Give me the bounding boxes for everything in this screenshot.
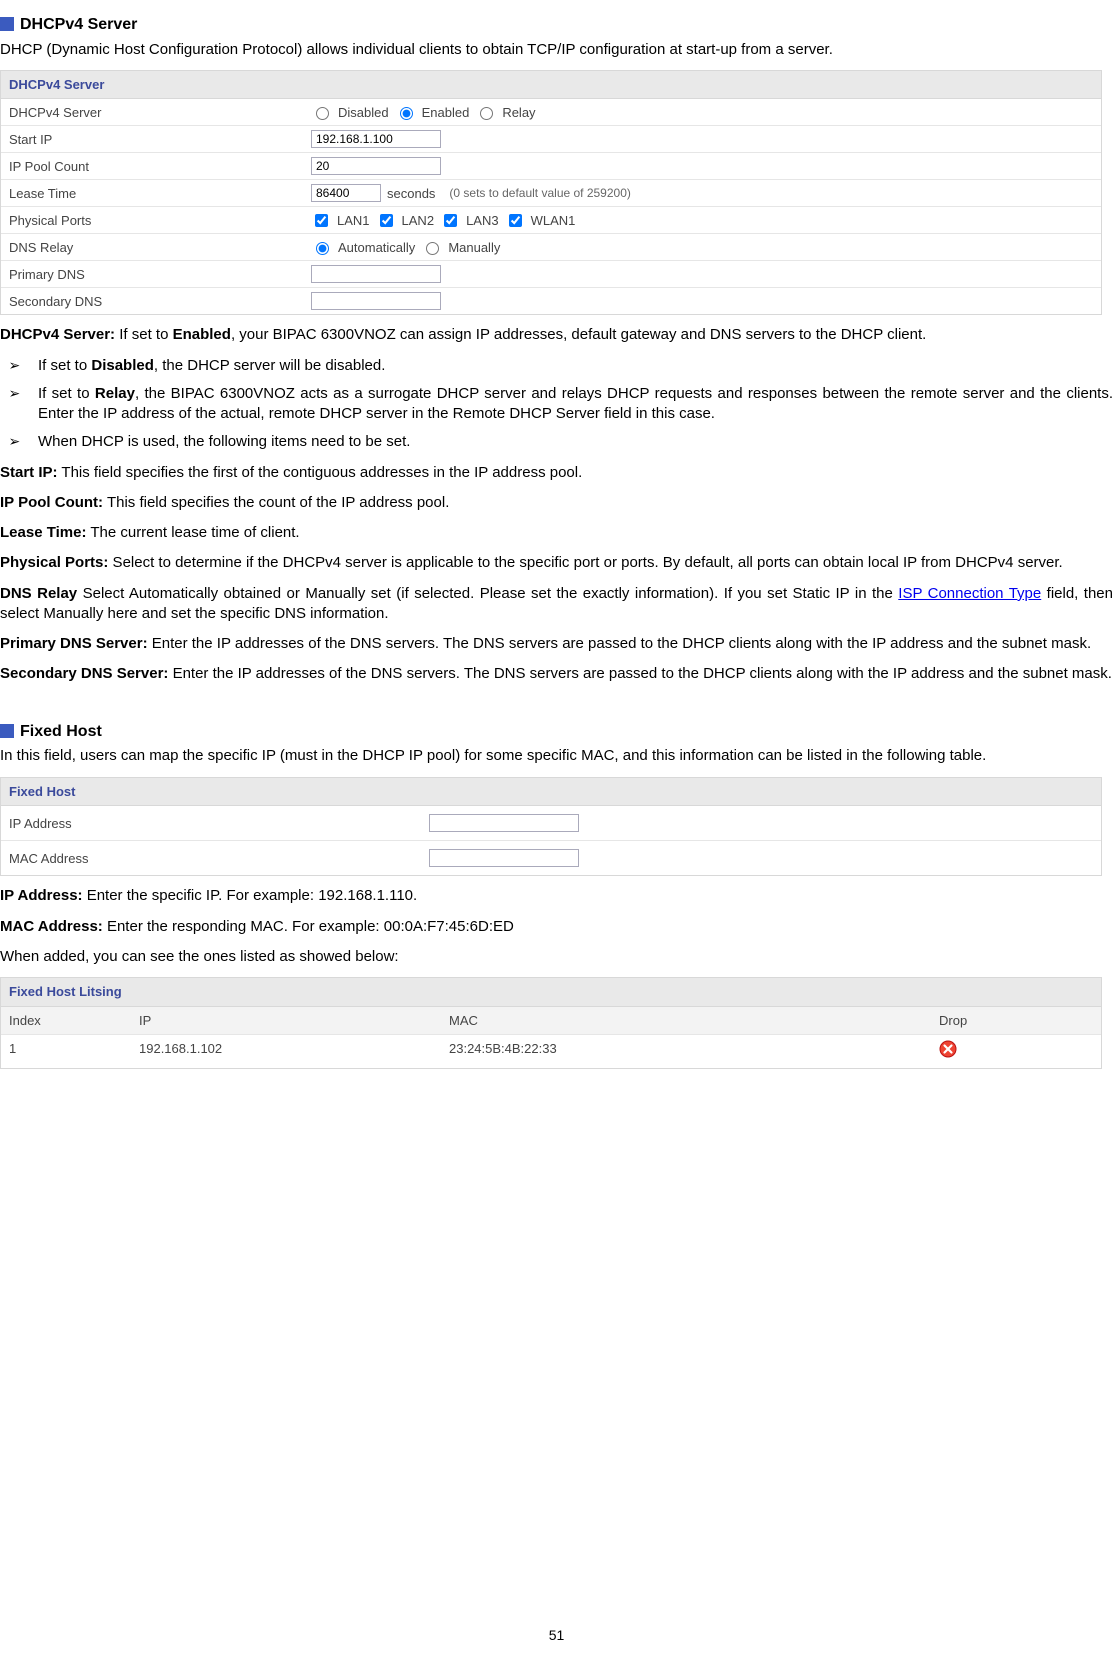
row-fh-ip: IP Address	[1, 806, 1101, 841]
row-fh-mac: MAC Address	[1, 841, 1101, 875]
desc-start-ip: Start IP: This field specifies the first…	[0, 463, 1113, 483]
col-ip: IP	[131, 1007, 441, 1035]
fixed-host-listing: Fixed Host Litsing Index IP MAC Drop 1 1…	[0, 977, 1102, 1069]
heading-text: Fixed Host	[20, 723, 102, 740]
lease-hint: (0 sets to default value of 259200)	[449, 185, 630, 201]
radio-disabled[interactable]	[316, 107, 329, 120]
label-fh-ip: IP Address	[1, 811, 421, 837]
desc-dhcpv4-server-label: DHCPv4 Server:	[0, 326, 115, 343]
radio-dns-manual-label: Manually	[448, 239, 500, 257]
cell-drop	[931, 1035, 1101, 1068]
chk-lan2-label: LAN2	[402, 212, 435, 230]
chk-lan1-label: LAN1	[337, 212, 370, 230]
intro-text: DHCP (Dynamic Host Configuration Protoco…	[0, 40, 1113, 60]
desc-fh-mac: MAC Address: Enter the responding MAC. F…	[0, 917, 1113, 937]
label-primary-dns: Primary DNS	[1, 262, 303, 288]
section-heading-fixed-host: Fixed Host	[0, 721, 1113, 743]
section-heading-dhcpv4: DHCPv4 Server	[0, 14, 1113, 36]
input-start-ip[interactable]	[311, 130, 441, 148]
radio-dns-auto[interactable]	[316, 242, 329, 255]
input-secondary-dns[interactable]	[311, 292, 441, 310]
input-fh-ip[interactable]	[429, 814, 579, 832]
chk-lan1[interactable]	[315, 214, 328, 227]
col-mac: MAC	[441, 1007, 931, 1035]
row-lease-time: Lease Time seconds (0 sets to default va…	[1, 180, 1101, 207]
desc-dns-relay: DNS Relay Select Automatically obtained …	[0, 584, 1113, 625]
chk-wlan1[interactable]	[509, 214, 522, 227]
row-secondary-dns: Secondary DNS	[1, 288, 1101, 314]
row-primary-dns: Primary DNS	[1, 261, 1101, 288]
desc-fh-ip: IP Address: Enter the specific IP. For e…	[0, 886, 1113, 906]
row-pool-count: IP Pool Count	[1, 153, 1101, 180]
label-start-ip: Start IP	[1, 127, 303, 153]
radio-disabled-label: Disabled	[338, 104, 389, 122]
page-number: 51	[0, 1626, 1113, 1645]
label-fh-mac: MAC Address	[1, 846, 421, 872]
input-primary-dns[interactable]	[311, 265, 441, 283]
dhcpv4-table-header: DHCPv4 Server	[1, 71, 1101, 100]
chk-wlan1-label: WLAN1	[531, 212, 576, 230]
bullet-relay: If set to Relay, the BIPAC 6300VNOZ acts…	[28, 384, 1113, 425]
desc-pool-count: IP Pool Count: This field specifies the …	[0, 493, 1113, 513]
col-index: Index	[1, 1007, 131, 1035]
link-isp-connection-type[interactable]: ISP Connection Type	[898, 585, 1041, 602]
input-fh-mac[interactable]	[429, 849, 579, 867]
radio-relay-label: Relay	[502, 104, 535, 122]
radio-dns-manual[interactable]	[426, 242, 439, 255]
label-secondary-dns: Secondary DNS	[1, 289, 303, 315]
delete-icon[interactable]	[939, 1040, 957, 1058]
fh-listing-columns: Index IP MAC Drop	[1, 1007, 1101, 1036]
label-pool-count: IP Pool Count	[1, 154, 303, 180]
radio-enabled[interactable]	[400, 107, 413, 120]
dhcpv4-table: DHCPv4 Server DHCPv4 Server Disabled Ena…	[0, 70, 1102, 316]
lease-unit: seconds	[387, 185, 435, 203]
fh-listing-header: Fixed Host Litsing	[1, 978, 1101, 1007]
fixed-host-header: Fixed Host	[1, 778, 1101, 807]
label-lease-time: Lease Time	[1, 181, 303, 207]
heading-text: DHCPv4 Server	[20, 16, 137, 33]
cell-mac: 23:24:5B:4B:22:33	[441, 1035, 931, 1068]
bullet-square-icon	[0, 17, 14, 31]
bullet-square-icon	[0, 724, 14, 738]
fh-listing-row: 1 192.168.1.102 23:24:5B:4B:22:33	[1, 1035, 1101, 1068]
input-pool-count[interactable]	[311, 157, 441, 175]
radio-enabled-label: Enabled	[422, 104, 470, 122]
chk-lan3[interactable]	[444, 214, 457, 227]
bullet-list: If set to Disabled, the DHCP server will…	[0, 356, 1113, 453]
row-dns-relay: DNS Relay Automatically Manually	[1, 234, 1101, 261]
cell-index: 1	[1, 1035, 131, 1068]
cell-ip: 192.168.1.102	[131, 1035, 441, 1068]
chk-lan2[interactable]	[380, 214, 393, 227]
col-drop: Drop	[931, 1007, 1101, 1035]
chk-lan3-label: LAN3	[466, 212, 499, 230]
row-dhcpv4-server: DHCPv4 Server Disabled Enabled Relay	[1, 99, 1101, 126]
desc-lease-time: Lease Time: The current lease time of cl…	[0, 523, 1113, 543]
desc-secondary-dns: Secondary DNS Server: Enter the IP addre…	[0, 664, 1113, 684]
label-dhcpv4-server: DHCPv4 Server	[1, 100, 303, 126]
desc-dhcpv4-server: DHCPv4 Server: If set to Enabled, your B…	[0, 325, 1113, 345]
bullet-when-used: When DHCP is used, the following items n…	[28, 432, 1113, 452]
fixed-host-table: Fixed Host IP Address MAC Address	[0, 777, 1102, 877]
row-physical-ports: Physical Ports LAN1 LAN2 LAN3 WLAN1	[1, 207, 1101, 234]
label-dns-relay: DNS Relay	[1, 235, 303, 261]
desc-fh-added: When added, you can see the ones listed …	[0, 947, 1113, 967]
fixed-host-intro: In this field, users can map the specifi…	[0, 746, 1113, 766]
input-lease-time[interactable]	[311, 184, 381, 202]
row-start-ip: Start IP	[1, 126, 1101, 153]
radio-relay[interactable]	[480, 107, 493, 120]
desc-physical-ports: Physical Ports: Select to determine if t…	[0, 553, 1113, 573]
desc-primary-dns: Primary DNS Server: Enter the IP address…	[0, 634, 1113, 654]
label-physical-ports: Physical Ports	[1, 208, 303, 234]
bullet-disabled: If set to Disabled, the DHCP server will…	[28, 356, 1113, 376]
radio-dns-auto-label: Automatically	[338, 239, 415, 257]
